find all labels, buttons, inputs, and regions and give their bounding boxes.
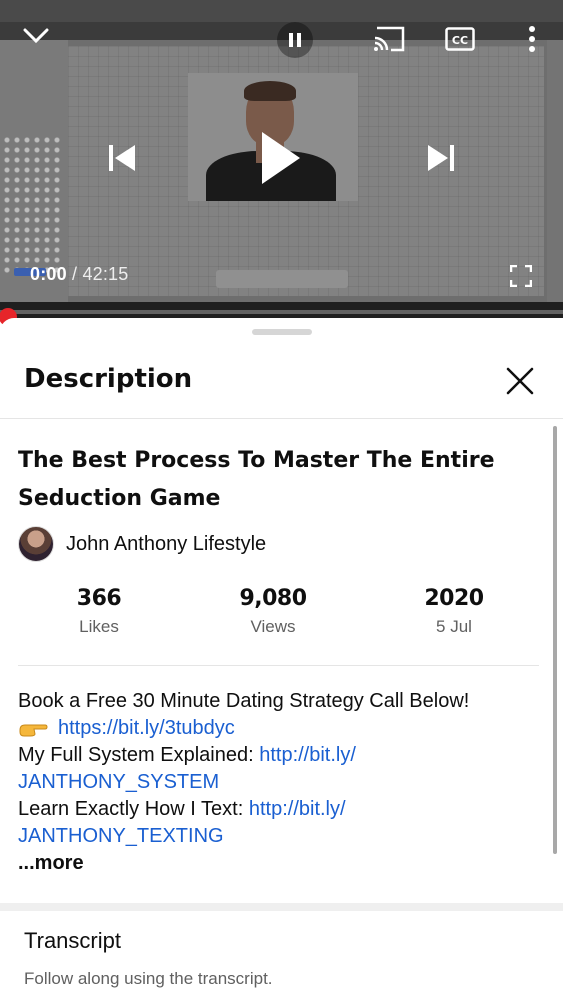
transcript-title[interactable]: Transcript [24, 928, 121, 954]
desc-line: Book a Free 30 Minute Dating Strategy Ca… [18, 690, 470, 712]
previous-icon[interactable] [104, 140, 140, 176]
pointing-hand-icon [19, 724, 48, 737]
stat-likes: 366 Likes [19, 586, 179, 637]
desc-line: JANTHONY_SYSTEM [18, 769, 543, 796]
desc-line: Learn Exactly How I Text: http://bit.ly/ [18, 796, 543, 823]
pause-icon[interactable] [277, 22, 313, 58]
description-sheet: Description The Best Process To Master T… [0, 318, 563, 1000]
stat-date: 2020 5 Jul [374, 586, 534, 637]
close-icon [506, 367, 534, 395]
cast-icon[interactable] [372, 24, 406, 54]
more-button[interactable]: ...more [18, 850, 543, 877]
desc-line: JANTHONY_TEXTING [18, 823, 543, 850]
scrollbar[interactable] [553, 426, 557, 854]
desc-text: My Full System Explained: [18, 744, 260, 766]
channel-row[interactable]: John Anthony Lifestyle [18, 526, 266, 562]
chevron-down-icon[interactable] [18, 20, 54, 52]
stats-row: 366 Likes 9,080 Views 2020 5 Jul [0, 586, 553, 646]
description-link[interactable]: http://bit.ly/ [249, 798, 346, 820]
svg-text:CC: CC [452, 34, 468, 47]
current-time: 0:00 [30, 264, 67, 284]
stat-label: Likes [79, 617, 119, 636]
drag-handle[interactable] [252, 329, 312, 335]
desc-text: Learn Exactly How I Text: [18, 798, 249, 820]
avatar[interactable] [18, 526, 54, 562]
description-link[interactable]: JANTHONY_TEXTING [18, 825, 224, 847]
play-icon[interactable] [252, 126, 308, 190]
stats-divider [18, 665, 539, 666]
stat-views: 9,080 Views [193, 586, 353, 637]
next-icon[interactable] [423, 140, 459, 176]
duration: 42:15 [82, 264, 129, 284]
desc-line: My Full System Explained: http://bit.ly/ [18, 742, 543, 769]
more-vert-icon[interactable] [522, 22, 542, 56]
stat-value: 2020 [424, 586, 484, 611]
transcript-subtitle: Follow along using the transcript. [24, 969, 273, 988]
stat-value: 9,080 [239, 586, 307, 611]
video-player[interactable]: CC 0:00 / 42:15 [0, 0, 563, 318]
header-divider [0, 418, 563, 419]
time-display: 0:00 / 42:15 [30, 264, 128, 285]
time-separator: / [72, 264, 78, 284]
progress-bar[interactable] [0, 310, 563, 314]
description-link[interactable]: https://bit.ly/3tubdyc [58, 717, 235, 739]
description-link[interactable]: JANTHONY_SYSTEM [18, 771, 219, 793]
stat-label: Views [250, 617, 296, 636]
cc-icon[interactable]: CC [445, 26, 475, 52]
description-text: Book a Free 30 Minute Dating Strategy Ca… [18, 688, 543, 877]
fullscreen-icon[interactable] [508, 263, 534, 289]
channel-name[interactable]: John Anthony Lifestyle [66, 533, 266, 556]
close-button[interactable] [500, 361, 540, 401]
panel-title: Description [24, 364, 193, 394]
stat-value: 366 [76, 586, 122, 611]
stat-label: 5 Jul [436, 617, 472, 636]
video-title: The Best Process To Master The Entire Se… [18, 448, 495, 511]
section-separator [0, 903, 563, 911]
description-link[interactable]: http://bit.ly/ [259, 744, 356, 766]
desc-line: https://bit.ly/3tubdyc [18, 715, 543, 742]
